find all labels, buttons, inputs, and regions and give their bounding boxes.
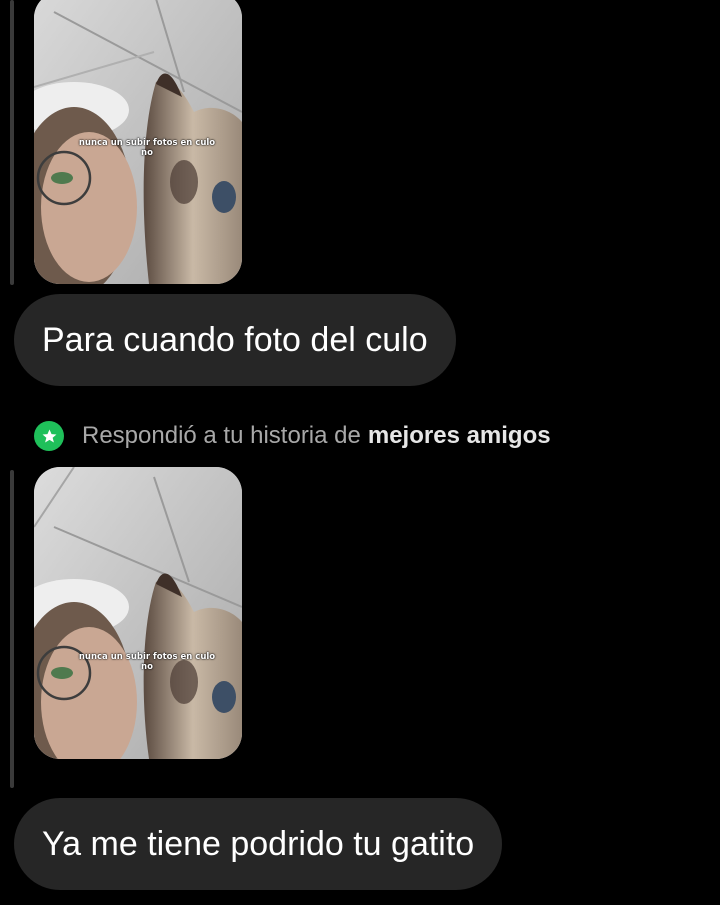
reply-quote-line [10,0,14,285]
message-text: Ya me tiene podrido tu gatito [42,825,475,863]
story-caption: nunca un subir fotos en culo no [78,138,216,158]
close-friends-badge [34,421,64,451]
story-thumbnail[interactable]: nunca un subir fotos en culo no [34,467,242,759]
star-icon [42,429,56,443]
reply-label-emphasis: mejores amigos [367,422,551,449]
story-reply-label: Respondió a tu historia de mejores amigo… [34,416,551,456]
message-text: Para cuando foto del culo [42,321,428,359]
message-bubble[interactable]: Para cuando foto del culo [14,294,456,386]
message-bubble[interactable]: Ya me tiene podrido tu gatito [14,798,503,890]
story-caption: nunca un subir fotos en culo no [78,652,216,672]
story-photo [34,467,242,759]
story-thumbnail[interactable]: nunca un subir fotos en culo no [34,0,242,284]
reply-label-prefix: Respondió a tu historia de [82,422,361,449]
reply-quote-line [10,470,14,788]
